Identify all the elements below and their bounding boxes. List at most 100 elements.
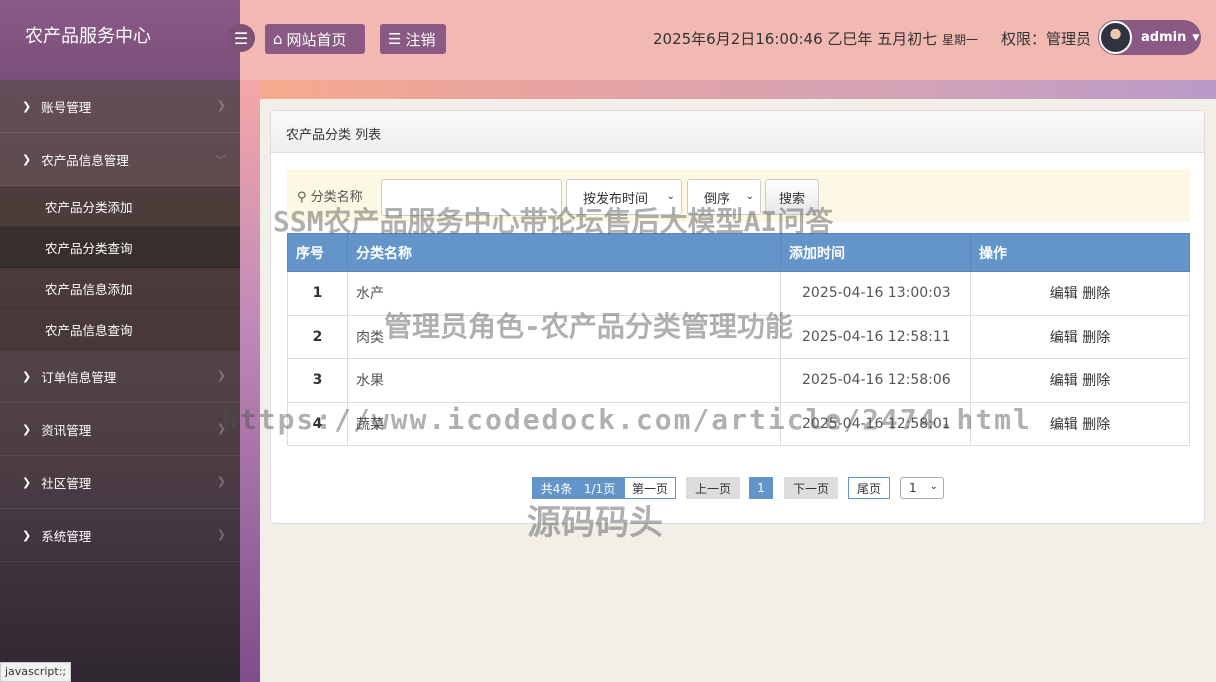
sort-order-value: 倒序 [704, 188, 730, 207]
username: admin [1141, 30, 1186, 45]
pagination: 共4条 1/1页 第一页 上一页 1 下一页 尾页 1 ⌄ [271, 477, 1206, 499]
category-name: 蔬菜 [348, 402, 781, 446]
search-button[interactable]: 搜索 [765, 179, 819, 215]
category-table: 序号 分类名称 添加时间 操作 1 水产 2025-04-16 13:00:03… [287, 233, 1190, 446]
sidebar-item-community[interactable]: ❯ 社区管理 ❯ [0, 456, 240, 509]
page-select-value: 1 [909, 481, 917, 495]
chevron-right-icon: ❯ [217, 99, 226, 112]
delete-link[interactable]: 删除 [1082, 330, 1110, 346]
edit-link[interactable]: 编辑 [1050, 330, 1078, 346]
chevron-right-icon: ❯ [22, 476, 31, 489]
added-time: 2025-04-16 12:58:01 [781, 402, 971, 446]
edit-link[interactable]: 编辑 [1050, 373, 1078, 389]
prev-page-button[interactable]: 上一页 [686, 477, 740, 499]
edit-link[interactable]: 编辑 [1050, 286, 1078, 302]
search-label: ⚲ 分类名称 [297, 186, 363, 205]
added-time: 2025-04-16 13:00:03 [781, 272, 971, 316]
chevron-down-icon: ⌄ [930, 481, 938, 492]
logout-button-label: 注销 [405, 29, 435, 50]
category-list-panel: 农产品分类 列表 ⚲ 分类名称 按发布时间 ⌄ 倒序 ⌄ 搜索 序号 分类名称 … [270, 110, 1205, 524]
first-page-button[interactable]: 第一页 [624, 477, 676, 499]
chevron-right-icon: ❯ [22, 100, 31, 113]
current-page-button[interactable]: 1 [749, 477, 773, 499]
chevron-down-icon: ⌄ [667, 191, 675, 202]
row-actions: 编辑 删除 [971, 402, 1190, 446]
row-actions: 编辑 删除 [971, 272, 1190, 316]
table-header-row: 序号 分类名称 添加时间 操作 [288, 234, 1190, 272]
column-header: 操作 [971, 234, 1190, 272]
sidebar-subitem-category-add[interactable]: 农产品分类添加 [0, 186, 240, 227]
pagination-total: 共4条 [541, 480, 573, 497]
chevron-right-icon: ❯ [217, 422, 226, 435]
category-name: 水果 [348, 359, 781, 403]
row-number: 3 [288, 359, 348, 403]
logout-button[interactable]: ☰ 注销 [380, 24, 446, 54]
permission-text: 权限：管理员 [1001, 28, 1091, 49]
category-name: 水产 [348, 272, 781, 316]
row-actions: 编辑 删除 [971, 315, 1190, 359]
sidebar: 农产品服务中心 ❯ 账号管理 ❯ ❯ 农产品信息管理 ﹀ 农产品分类添加 农产品… [0, 0, 240, 682]
category-name: 肉类 [348, 315, 781, 359]
row-number: 1 [288, 272, 348, 316]
delete-link[interactable]: 删除 [1082, 286, 1110, 302]
pagination-pages: 1/1页 [584, 480, 615, 497]
sidebar-item-label: 资讯管理 [41, 420, 91, 439]
delete-link[interactable]: 删除 [1082, 373, 1110, 389]
delete-link[interactable]: 删除 [1082, 417, 1110, 433]
search-bar: ⚲ 分类名称 按发布时间 ⌄ 倒序 ⌄ 搜索 [287, 169, 1190, 222]
column-header: 序号 [288, 234, 348, 272]
list-icon: ☰ [388, 30, 401, 48]
added-time: 2025-04-16 12:58:06 [781, 359, 971, 403]
table-row: 2 肉类 2025-04-16 12:58:11 编辑 删除 [288, 315, 1190, 359]
sidebar-subitem-product-add[interactable]: 农产品信息添加 [0, 268, 240, 309]
sidebar-item-system[interactable]: ❯ 系统管理 ❯ [0, 509, 240, 562]
chevron-right-icon: ❯ [217, 528, 226, 541]
chevron-down-icon: ⌄ [746, 191, 754, 202]
row-actions: 编辑 删除 [971, 359, 1190, 403]
home-icon: ⌂ [273, 30, 283, 48]
category-name-input[interactable] [381, 179, 562, 216]
sidebar-subitem-category-query[interactable]: 农产品分类查询 [0, 227, 240, 268]
hamburger-icon: ☰ [234, 29, 248, 48]
panel-title: 农产品分类 列表 [271, 111, 1204, 153]
table-row: 4 蔬菜 2025-04-16 12:58:01 编辑 删除 [288, 402, 1190, 446]
chevron-down-icon: ﹀ [215, 152, 226, 168]
sidebar-item-label: 系统管理 [41, 526, 91, 545]
table-row: 1 水产 2025-04-16 13:00:03 编辑 删除 [288, 272, 1190, 316]
row-number: 4 [288, 402, 348, 446]
topbar: ☰ ⌂ 网站首页 ☰ 注销 2025年6月2日16:00:46 乙巳年 五月初七… [240, 0, 1216, 80]
home-button[interactable]: ⌂ 网站首页 [265, 24, 365, 54]
sort-field-select[interactable]: 按发布时间 ⌄ [566, 179, 682, 215]
chevron-right-icon: ❯ [217, 475, 226, 488]
sort-field-value: 按发布时间 [583, 188, 648, 207]
brand-title: 农产品服务中心 [0, 0, 240, 80]
sidebar-item-news[interactable]: ❯ 资讯管理 ❯ [0, 403, 240, 456]
search-label-text: 分类名称 [311, 190, 363, 205]
menu-toggle-button[interactable]: ☰ [227, 24, 255, 52]
sidebar-item-orders[interactable]: ❯ 订单信息管理 ❯ [0, 350, 240, 403]
chevron-right-icon: ❯ [22, 153, 31, 166]
sidebar-item-label: 农产品信息管理 [41, 150, 129, 169]
sidebar-item-account[interactable]: ❯ 账号管理 ❯ [0, 80, 240, 133]
next-page-button[interactable]: 下一页 [784, 477, 838, 499]
sidebar-subitem-product-query[interactable]: 农产品信息查询 [0, 309, 240, 350]
sort-order-select[interactable]: 倒序 ⌄ [687, 179, 761, 215]
sidebar-item-label: 社区管理 [41, 473, 91, 492]
sidebar-item-product-info[interactable]: ❯ 农产品信息管理 ﹀ [0, 133, 240, 186]
chevron-right-icon: ❯ [22, 423, 31, 436]
row-number: 2 [288, 315, 348, 359]
edit-link[interactable]: 编辑 [1050, 417, 1078, 433]
caret-down-icon: ▼ [1192, 33, 1199, 43]
page-select[interactable]: 1 ⌄ [900, 477, 944, 499]
pagination-summary: 共4条 1/1页 [532, 477, 624, 499]
table-row: 3 水果 2025-04-16 12:58:06 编辑 删除 [288, 359, 1190, 403]
search-icon: ⚲ [297, 190, 307, 205]
datetime-text: 2025年6月2日16:00:46 乙巳年 五月初七 [653, 30, 937, 48]
user-menu[interactable]: admin ▼ [1098, 20, 1201, 55]
last-page-button[interactable]: 尾页 [848, 477, 890, 499]
added-time: 2025-04-16 12:58:11 [781, 315, 971, 359]
home-button-label: 网站首页 [287, 29, 347, 50]
weekday-text: 星期一 [942, 33, 978, 47]
column-header: 添加时间 [781, 234, 971, 272]
chevron-right-icon: ❯ [22, 529, 31, 542]
